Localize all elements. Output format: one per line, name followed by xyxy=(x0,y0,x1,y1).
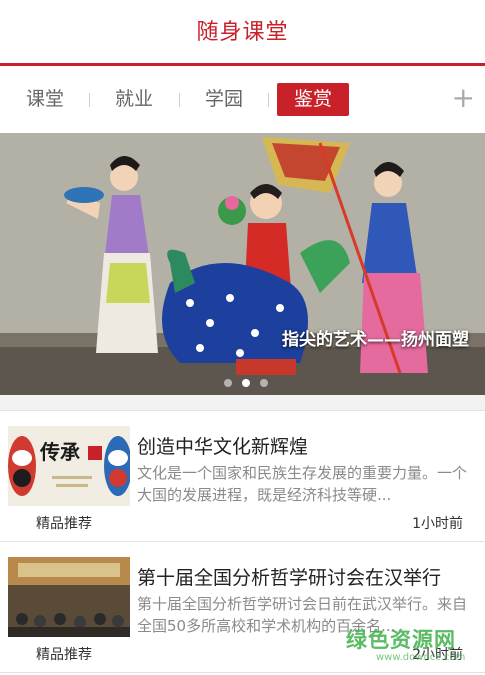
thumbnail-calligraphy: 传承 xyxy=(40,440,80,464)
banner-image xyxy=(0,133,485,395)
carousel-dot[interactable] xyxy=(224,379,232,387)
watermark-url: www.downcc.com xyxy=(376,652,466,663)
banner-caption: 指尖的艺术——扬州面塑 xyxy=(282,330,469,350)
tab-divider xyxy=(179,93,180,107)
watermark-text: 绿色资源网 xyxy=(346,628,456,652)
featured-banner[interactable]: 指尖的艺术——扬州面塑 xyxy=(0,133,485,395)
tab-divider xyxy=(89,93,90,107)
tab-employment[interactable]: 就业 xyxy=(105,83,163,116)
article-tag: 精品推荐 xyxy=(36,516,92,532)
tab-classroom[interactable]: 课堂 xyxy=(16,83,74,116)
app-header: 随身课堂 xyxy=(0,0,485,66)
article-title: 第十届全国分析哲学研讨会在汉举行 xyxy=(137,567,442,589)
section-divider xyxy=(0,395,485,411)
article-item[interactable]: 传承 创造中华文化新辉煌 文化是一个国家和民族生存发展的重要力量。一个大国的发展… xyxy=(0,412,485,542)
carousel-indicator xyxy=(224,379,272,389)
carousel-dot[interactable] xyxy=(260,379,268,387)
article-tag: 精品推荐 xyxy=(36,647,92,663)
article-time: 1小时前 xyxy=(412,516,463,532)
tab-campus[interactable]: 学园 xyxy=(195,83,253,116)
add-tab-icon[interactable]: + xyxy=(452,81,475,114)
article-summary: 文化是一个国家和民族生存发展的重要力量。一个大国的发展进程，既是经济科技等硬..… xyxy=(137,464,467,504)
article-thumbnail: 传承 xyxy=(8,426,130,506)
tab-divider xyxy=(268,93,269,107)
carousel-dot-active[interactable] xyxy=(242,379,250,387)
article-thumbnail xyxy=(8,557,130,637)
tab-appreciation[interactable]: 鉴赏 xyxy=(277,83,349,116)
page-title: 随身课堂 xyxy=(196,19,289,45)
article-title: 创造中华文化新辉煌 xyxy=(137,436,309,458)
site-watermark: 绿色资源网 www.downcc.com xyxy=(346,624,476,668)
category-tab-bar: 课堂 就业 学园 鉴赏 + xyxy=(0,69,485,131)
